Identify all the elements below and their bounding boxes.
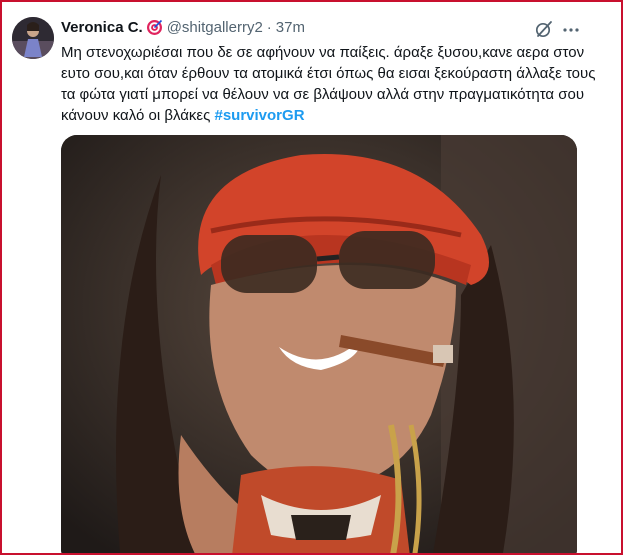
hashtag-link[interactable]: #survivorGR — [214, 107, 304, 124]
display-name[interactable]: Veronica C. — [61, 19, 143, 36]
photo-image — [61, 135, 577, 553]
avatar-image — [12, 17, 54, 59]
tweet-text: Μη στενοχωριέσαι που δε σε αφήνουν να πα… — [61, 42, 601, 126]
separator-dot: · — [266, 19, 272, 36]
screenshot-frame: Veronica C. @shitgallerry2 · 37m Μη στεν… — [0, 0, 623, 555]
tweet-media[interactable] — [61, 135, 577, 553]
tweet-header: Veronica C. @shitgallerry2 · 37m — [61, 19, 305, 36]
more-options-icon[interactable] — [562, 21, 580, 39]
tweet-body: Μη στενοχωριέσαι που δε σε αφήνουν να πα… — [61, 44, 596, 124]
user-handle[interactable]: @shitgallerry2 — [167, 19, 263, 36]
target-icon — [146, 19, 163, 36]
timestamp[interactable]: 37m — [276, 19, 305, 36]
tweet[interactable]: Veronica C. @shitgallerry2 · 37m Μη στεν… — [2, 2, 621, 553]
avatar[interactable] — [12, 17, 54, 59]
grok-icon[interactable] — [534, 19, 554, 39]
